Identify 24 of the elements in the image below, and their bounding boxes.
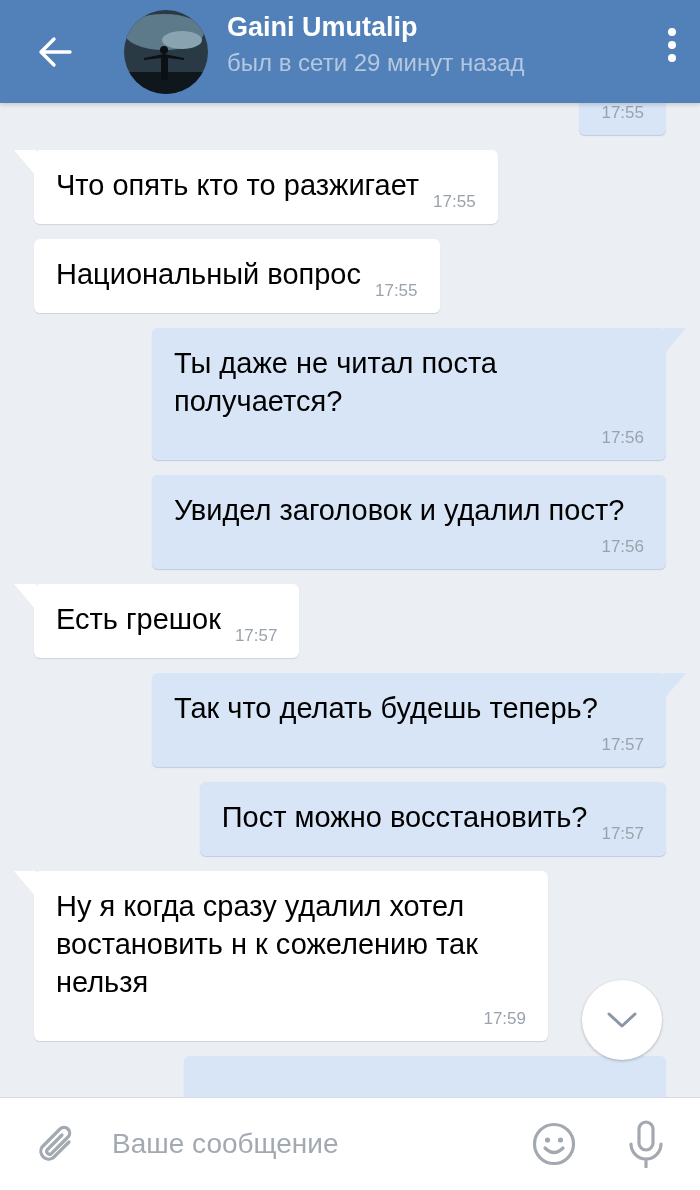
message-time: 17:57 xyxy=(234,626,278,646)
more-options-icon[interactable] xyxy=(666,26,678,63)
message-time: 17:55 xyxy=(374,281,418,301)
message-time: 17:57 xyxy=(601,824,644,844)
microphone-icon[interactable] xyxy=(628,1120,664,1168)
contact-name: Gaini Umutalip xyxy=(227,12,419,43)
message-text: Ты даже не читал поста получается? xyxy=(174,346,498,419)
smiley-icon[interactable] xyxy=(532,1122,576,1166)
last-seen-status: был в сети 29 минут назад xyxy=(227,49,526,77)
message-text: Ну я когда сразу удалил хотел востановить н к сожелению так нельзя xyxy=(56,889,479,1000)
message-text: Что опять кто то разжигает xyxy=(56,168,420,203)
message-text: Пост можно восстановить? xyxy=(221,800,588,835)
message-time: 17:56 xyxy=(601,428,644,448)
message-text: Есть грешок xyxy=(56,602,221,637)
message-time: 17:56 xyxy=(601,537,644,557)
message-time: 17:57 xyxy=(601,735,644,755)
scroll-down-button[interactable] xyxy=(582,980,662,1060)
chevron-down-icon xyxy=(607,1012,637,1028)
message-time: 17:55 xyxy=(601,103,644,123)
message-text: Увидел заголовок и удалил пост? xyxy=(174,493,625,528)
message-time: 17:55 xyxy=(433,192,476,212)
message-text: Так что делать будешь теперь? xyxy=(174,691,598,726)
message-text: Национальный вопрос xyxy=(56,257,361,292)
message-time: 17:59 xyxy=(483,1009,526,1029)
